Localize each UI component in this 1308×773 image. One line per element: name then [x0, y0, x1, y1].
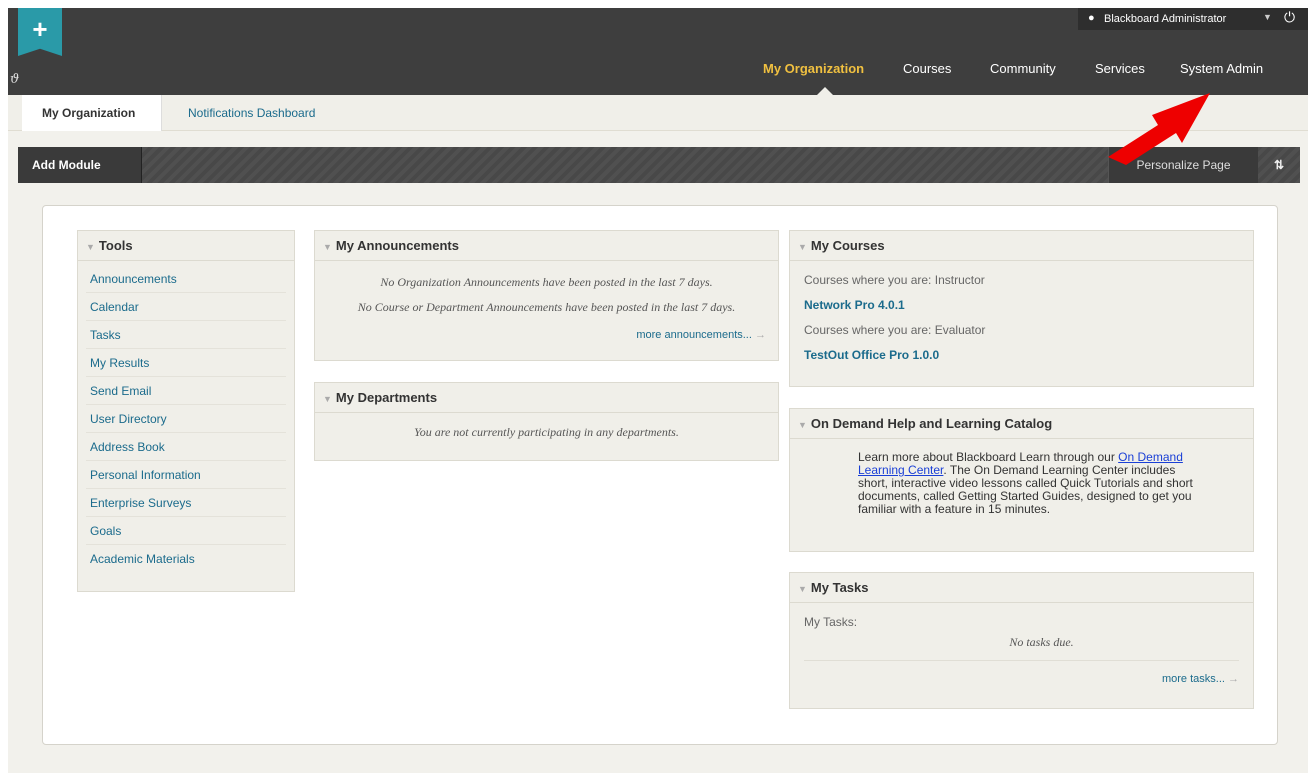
tab-my-organization[interactable]: My Organization	[763, 61, 864, 76]
collapse-icon[interactable]: ▼	[323, 394, 332, 404]
add-module-button[interactable]: Add Module	[18, 147, 142, 183]
module-header[interactable]: ▼ Tools	[78, 231, 294, 261]
module-title: My Departments	[335, 390, 438, 405]
announcement-note: No Organization Announcements have been …	[380, 275, 713, 289]
tab-services[interactable]: Services	[1095, 61, 1145, 76]
tasks-module: ▼ My Tasks My Tasks: No tasks due. more t…	[789, 572, 1254, 709]
more-link-label[interactable]: more announcements...	[636, 329, 752, 341]
module-header[interactable]: ▼ My Courses	[790, 231, 1253, 261]
module-title: Tools	[98, 238, 133, 253]
module-header[interactable]: ▼ My Departments	[315, 383, 778, 413]
tool-link[interactable]: My Results	[86, 349, 286, 377]
tab-community[interactable]: Community	[990, 61, 1056, 76]
tool-link[interactable]: Goals	[86, 517, 286, 545]
subtab-notifications-dashboard[interactable]: Notifications Dashboard	[188, 95, 315, 131]
reorder-icon[interactable]: ⇅	[1258, 147, 1300, 183]
module-title: My Announcements	[335, 238, 459, 253]
annotation-arrow-icon	[1108, 93, 1210, 165]
instructor-label: Courses where you are: Instructor	[804, 273, 985, 287]
plus-icon: +	[32, 14, 48, 44]
quick-links-tab[interactable]: +	[18, 8, 62, 56]
user-icon: ●	[1088, 12, 1095, 24]
active-tab-caret	[817, 87, 833, 95]
collapse-icon[interactable]: ▼	[86, 242, 95, 252]
tool-link[interactable]: User Directory	[86, 405, 286, 433]
module-title: My Tasks	[810, 580, 869, 595]
module-header[interactable]: ▼ My Tasks	[790, 573, 1253, 603]
collapse-icon[interactable]: ▼	[798, 420, 807, 430]
departments-module: ▼ My Departments You are not currently pa…	[314, 382, 779, 461]
collapse-icon[interactable]: ▼	[798, 242, 807, 252]
tool-link[interactable]: Calendar	[86, 293, 286, 321]
help-text-part: Learn more about Blackboard Learn throug…	[858, 450, 1119, 464]
module-title: On Demand Help and Learning Catalog	[810, 416, 1053, 431]
logout-icon[interactable]: ⏻	[1284, 9, 1295, 26]
help-module: ▼ On Demand Help and Learning Catalog Lea…	[789, 408, 1254, 552]
arrow-right-icon: →	[1228, 673, 1239, 685]
subtab-my-organization[interactable]: My Organization	[22, 95, 162, 131]
tab-courses[interactable]: Courses	[903, 61, 951, 76]
help-description: Learn more about Blackboard Learn throug…	[790, 439, 1253, 516]
more-tasks-link[interactable]: more tasks... →	[804, 673, 1239, 685]
tools-module: ▼ Tools Announcements Calendar Tasks My R…	[77, 230, 295, 592]
more-announcements-link[interactable]: more announcements... →	[315, 329, 778, 341]
course-link-office-pro[interactable]: TestOut Office Pro 1.0.0	[804, 348, 1239, 362]
module-header[interactable]: ▼ On Demand Help and Learning Catalog	[790, 409, 1253, 439]
tool-link[interactable]: Academic Materials	[86, 545, 286, 573]
announcements-module: ▼ My Announcements No Organization Announ…	[314, 230, 779, 361]
module-area: ▼ Tools Announcements Calendar Tasks My R…	[42, 205, 1278, 745]
arrow-right-icon: →	[755, 329, 766, 341]
tasks-note: No tasks due.	[804, 635, 1239, 661]
user-menu[interactable]: ● Blackboard Administrator ▼ ⏻	[1078, 8, 1308, 30]
tool-link[interactable]: Personal Information	[86, 461, 286, 489]
user-name[interactable]: Blackboard Administrator	[1104, 13, 1226, 25]
courses-module: ▼ My Courses Courses where you are: Instr…	[789, 230, 1254, 387]
tool-link[interactable]: Announcements	[86, 265, 286, 293]
chevron-down-icon[interactable]: ▼	[1263, 12, 1272, 22]
tools-list: Announcements Calendar Tasks My Results …	[78, 261, 294, 573]
tool-link[interactable]: Send Email	[86, 377, 286, 405]
tasks-label: My Tasks:	[804, 615, 858, 629]
module-title: My Courses	[810, 238, 885, 253]
more-link-label[interactable]: more tasks...	[1162, 673, 1225, 685]
evaluator-label: Courses where you are: Evaluator	[804, 323, 986, 337]
collapse-icon[interactable]: ▼	[798, 584, 807, 594]
announcement-note: No Course or Department Announcements ha…	[357, 300, 736, 314]
module-header[interactable]: ▼ My Announcements	[315, 231, 778, 261]
global-header: + ϑ ● Blackboard Administrator ▼ ⏻ My Or…	[8, 8, 1308, 95]
tab-system-admin[interactable]: System Admin	[1180, 61, 1263, 76]
departments-note: You are not currently participating in a…	[414, 425, 679, 439]
collapse-icon[interactable]: ▼	[323, 242, 332, 252]
tool-link[interactable]: Enterprise Surveys	[86, 489, 286, 517]
course-link-network-pro[interactable]: Network Pro 4.0.1	[804, 298, 1239, 312]
tool-link[interactable]: Tasks	[86, 321, 286, 349]
tool-link[interactable]: Address Book	[86, 433, 286, 461]
